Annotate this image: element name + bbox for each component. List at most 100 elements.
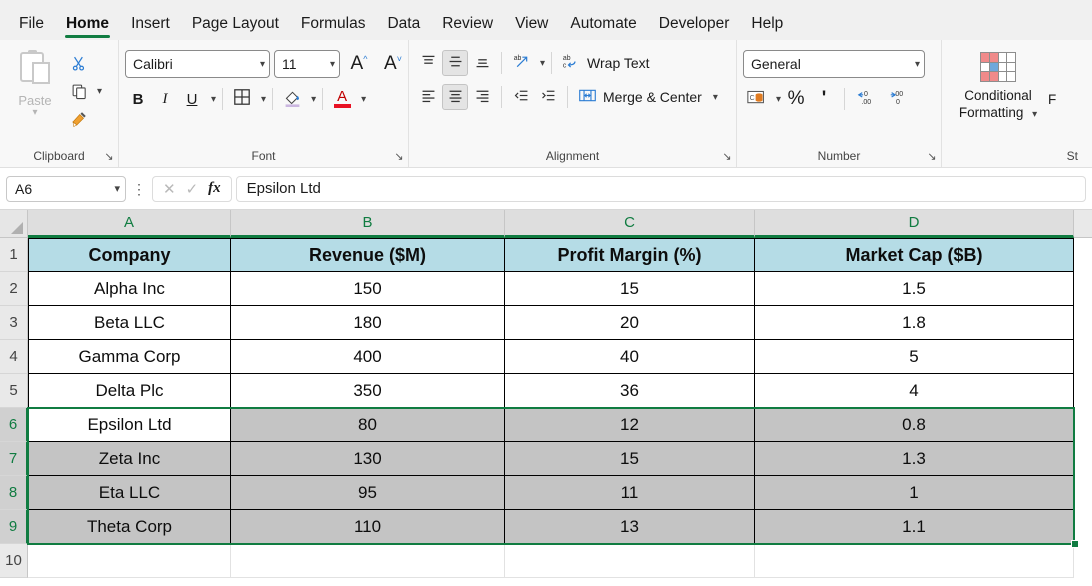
cell-B2[interactable]: 150 bbox=[231, 272, 505, 306]
ribbon-tab-page-layout[interactable]: Page Layout bbox=[181, 15, 290, 41]
cell-A7[interactable]: Zeta Inc bbox=[28, 442, 231, 476]
chevron-down-icon[interactable]: ▾ bbox=[540, 58, 545, 69]
cell-C2[interactable]: 15 bbox=[505, 272, 755, 306]
cell-D9[interactable]: 1.1 bbox=[755, 510, 1074, 544]
cell-B8[interactable]: 95 bbox=[231, 476, 505, 510]
chevron-down-icon[interactable]: ▾ bbox=[361, 94, 366, 105]
chevron-down-icon[interactable]: ▾ bbox=[97, 86, 102, 97]
percent-style-button[interactable]: % bbox=[783, 86, 809, 112]
cell-D6[interactable]: 0.8 bbox=[755, 408, 1074, 442]
ribbon-tab-file[interactable]: File bbox=[8, 15, 55, 41]
cell-A6[interactable]: Epsilon Ltd bbox=[28, 408, 231, 442]
cell-B4[interactable]: 400 bbox=[231, 340, 505, 374]
align-top-button[interactable] bbox=[415, 50, 441, 76]
chevron-down-icon[interactable]: ▾ bbox=[261, 94, 266, 105]
column-header-D[interactable]: D bbox=[755, 210, 1074, 238]
chevron-down-icon[interactable]: ▾ bbox=[1032, 109, 1037, 120]
cancel-icon[interactable]: ✕ bbox=[163, 180, 176, 198]
align-left-button[interactable] bbox=[415, 84, 441, 110]
cell-A8[interactable]: Eta LLC bbox=[28, 476, 231, 510]
row-header-7[interactable]: 7 bbox=[0, 442, 28, 476]
row-header-1[interactable]: 1 bbox=[0, 238, 28, 272]
increase-font-size-button[interactable]: A ^ bbox=[344, 51, 374, 77]
row-header-2[interactable]: 2 bbox=[0, 272, 28, 306]
copy-button[interactable]: ▾ bbox=[64, 78, 104, 104]
cell-B6[interactable]: 80 bbox=[231, 408, 505, 442]
cell-A4[interactable]: Gamma Corp bbox=[28, 340, 231, 374]
alignment-dialog-launcher[interactable]: ↘ bbox=[720, 150, 734, 164]
cell-C9[interactable]: 13 bbox=[505, 510, 755, 544]
column-header-A[interactable]: A bbox=[28, 210, 231, 238]
ribbon-tab-insert[interactable]: Insert bbox=[120, 15, 181, 41]
font-name-combo[interactable]: Calibri ▾ bbox=[125, 50, 270, 78]
ribbon-tab-review[interactable]: Review bbox=[431, 15, 504, 41]
chevron-down-icon[interactable]: ▾ bbox=[32, 108, 37, 118]
cell-A5[interactable]: Delta Plc bbox=[28, 374, 231, 408]
cell-C4[interactable]: 40 bbox=[505, 340, 755, 374]
insert-function-icon[interactable]: fx bbox=[208, 180, 221, 197]
cell-C3[interactable]: 20 bbox=[505, 306, 755, 340]
conditional-formatting-button[interactable]: Conditional Formatting ▾ bbox=[948, 44, 1048, 123]
confirm-icon[interactable]: ✓ bbox=[186, 180, 199, 198]
row-header-8[interactable]: 8 bbox=[0, 476, 28, 510]
cell-D3[interactable]: 1.8 bbox=[755, 306, 1074, 340]
font-color-button[interactable]: A bbox=[329, 86, 355, 112]
ribbon-tab-home[interactable]: Home bbox=[55, 15, 120, 41]
accounting-format-button[interactable]: C bbox=[743, 86, 769, 112]
column-header-B[interactable]: B bbox=[231, 210, 505, 238]
cut-button[interactable] bbox=[64, 50, 104, 76]
increase-decimal-button[interactable]: .00 0 bbox=[884, 86, 914, 112]
font-size-combo[interactable]: 11 ▾ bbox=[274, 50, 340, 78]
cell-C1[interactable]: Profit Margin (%) bbox=[505, 238, 755, 272]
align-middle-button[interactable] bbox=[442, 50, 468, 76]
ribbon-tab-formulas[interactable]: Formulas bbox=[290, 15, 377, 41]
align-right-button[interactable] bbox=[469, 84, 495, 110]
bold-button[interactable]: B bbox=[125, 86, 151, 112]
cell-B10[interactable] bbox=[231, 544, 505, 578]
number-dialog-launcher[interactable]: ↘ bbox=[925, 150, 939, 164]
ribbon-tab-automate[interactable]: Automate bbox=[559, 15, 647, 41]
ribbon-tab-help[interactable]: Help bbox=[740, 15, 794, 41]
align-center-button[interactable] bbox=[442, 84, 468, 110]
ribbon-tab-developer[interactable]: Developer bbox=[648, 15, 741, 41]
name-box[interactable]: A6 ▾ bbox=[6, 175, 126, 202]
row-header-6[interactable]: 6 bbox=[0, 408, 28, 442]
underline-button[interactable]: U bbox=[179, 86, 205, 112]
chevron-down-icon[interactable]: ▾ bbox=[776, 94, 781, 105]
column-header-C[interactable]: C bbox=[505, 210, 755, 238]
italic-button[interactable]: I bbox=[152, 86, 178, 112]
comma-style-button[interactable]: ' bbox=[811, 86, 837, 112]
cell-A9[interactable]: Theta Corp bbox=[28, 510, 231, 544]
chevron-down-icon[interactable]: ▾ bbox=[311, 94, 316, 105]
cell-A10[interactable] bbox=[28, 544, 231, 578]
cell-D7[interactable]: 1.3 bbox=[755, 442, 1074, 476]
row-header-9[interactable]: 9 bbox=[0, 510, 28, 544]
cell-A3[interactable]: Beta LLC bbox=[28, 306, 231, 340]
clipboard-dialog-launcher[interactable]: ↘ bbox=[102, 150, 116, 164]
orientation-button[interactable]: ab bbox=[508, 50, 534, 76]
decrease-font-size-button[interactable]: A ˅ bbox=[378, 51, 408, 77]
row-header-10[interactable]: 10 bbox=[0, 544, 28, 578]
cell-B9[interactable]: 110 bbox=[231, 510, 505, 544]
select-all-corner[interactable] bbox=[0, 210, 28, 238]
cell-B5[interactable]: 350 bbox=[231, 374, 505, 408]
cell-D10[interactable] bbox=[755, 544, 1074, 578]
cell-B1[interactable]: Revenue ($M) bbox=[231, 238, 505, 272]
cell-C10[interactable] bbox=[505, 544, 755, 578]
row-header-4[interactable]: 4 bbox=[0, 340, 28, 374]
cell-D5[interactable]: 4 bbox=[755, 374, 1074, 408]
wrap-text-button[interactable]: ab c Wrap Text bbox=[558, 50, 654, 76]
merge-center-button[interactable]: Merge & Center ▾ bbox=[574, 84, 722, 110]
cell-B7[interactable]: 130 bbox=[231, 442, 505, 476]
increase-indent-button[interactable] bbox=[535, 84, 561, 110]
cell-C7[interactable]: 15 bbox=[505, 442, 755, 476]
ribbon-tab-data[interactable]: Data bbox=[376, 15, 431, 41]
cell-D4[interactable]: 5 bbox=[755, 340, 1074, 374]
cell-A1[interactable]: Company bbox=[28, 238, 231, 272]
row-header-5[interactable]: 5 bbox=[0, 374, 28, 408]
chevron-down-icon[interactable]: ▾ bbox=[713, 92, 718, 103]
chevron-down-icon[interactable]: ▾ bbox=[211, 94, 216, 105]
cell-D2[interactable]: 1.5 bbox=[755, 272, 1074, 306]
borders-button[interactable] bbox=[229, 86, 255, 112]
cell-B3[interactable]: 180 bbox=[231, 306, 505, 340]
